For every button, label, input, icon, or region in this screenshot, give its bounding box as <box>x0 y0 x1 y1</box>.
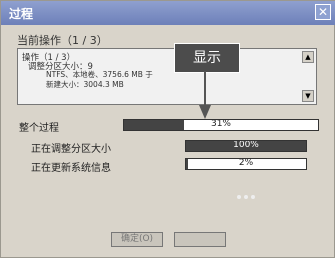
update-progress-bar: 2% <box>185 158 307 170</box>
resize-progress-bar: 100% <box>185 140 307 152</box>
callout-label: 显示 <box>174 43 240 73</box>
scroll-down-icon[interactable]: ▼ <box>302 90 314 102</box>
resize-progress-label: 正在调整分区大小 <box>31 144 111 155</box>
close-button[interactable]: ✕ <box>315 4 331 20</box>
ok-button[interactable]: 确定(O) <box>111 232 163 247</box>
overall-progress-label: 整个过程 <box>19 123 59 134</box>
update-progress-text: 2% <box>238 158 254 168</box>
update-progress-label: 正在更新系统信息 <box>31 163 111 174</box>
callout-arrow-icon <box>199 71 211 119</box>
process-dialog: 过程 ✕ 当前操作（1 / 3） 操作（1 / 3） 调整分区大小：9 NTFS… <box>0 0 335 258</box>
loading-indicator <box>237 184 267 199</box>
overall-progress-text: 31% <box>210 119 231 129</box>
overall-progress-bar: 31% <box>123 119 319 131</box>
close-icon: ✕ <box>317 5 329 19</box>
current-operation-label: 当前操作（1 / 3） <box>17 34 108 47</box>
operation-line: 新建大小：3004.3 MB <box>46 80 124 89</box>
scroll-up-icon[interactable]: ▲ <box>302 51 314 63</box>
secondary-button[interactable] <box>174 232 226 247</box>
title-bar: 过程 ✕ <box>1 1 335 25</box>
resize-progress-text: 100% <box>233 140 259 150</box>
operation-details-box[interactable]: 操作（1 / 3） 调整分区大小：9 NTFS、本地卷、3756.6 MB 于 … <box>17 48 317 105</box>
window-title: 过程 <box>9 7 34 21</box>
